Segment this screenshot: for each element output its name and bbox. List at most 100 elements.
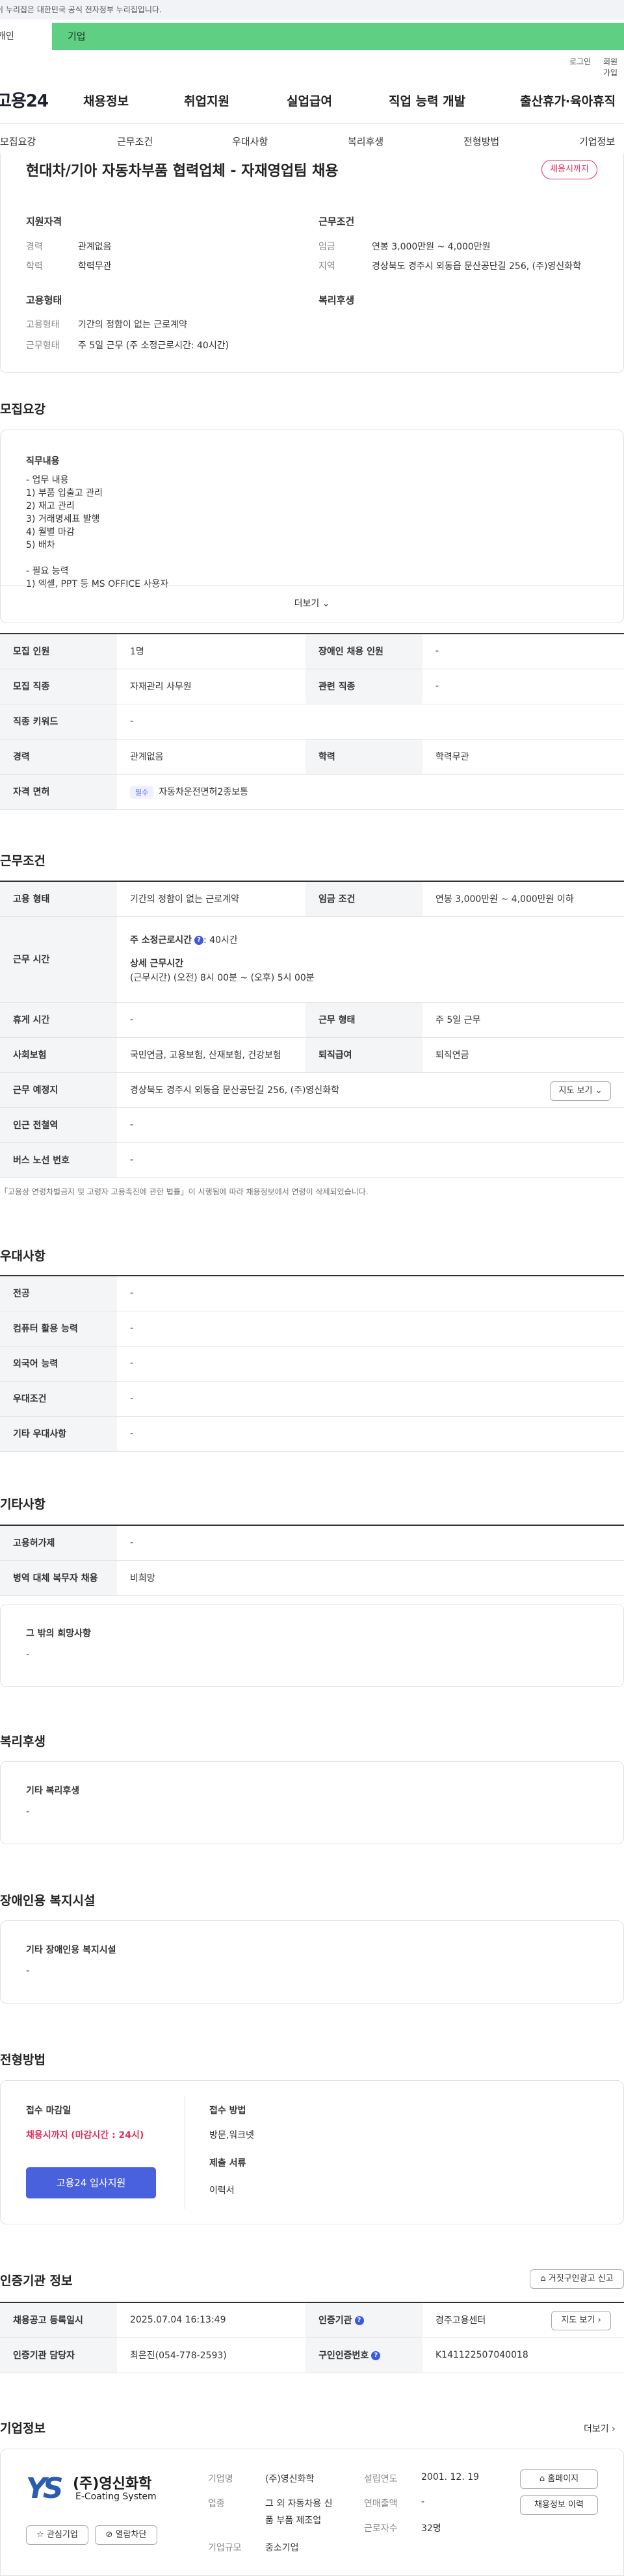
star-icon: ☆	[36, 2530, 44, 2540]
qualification-heading: 지원자격	[26, 216, 62, 227]
tab-recruit[interactable]: 모집요강	[0, 135, 36, 148]
login-link[interactable]: 로그인	[569, 56, 591, 67]
company-name-value: (주)영신화학	[265, 2474, 315, 2484]
work-permit-value: -	[117, 1525, 624, 1561]
conditions-heading: 근무조건	[318, 216, 355, 227]
info-icon[interactable]: ?	[194, 936, 204, 945]
recruit-section-title: 모집요강	[0, 402, 46, 417]
recruit-history-button[interactable]: 채용정보 이력	[520, 2495, 598, 2515]
chevron-right-icon: ›	[612, 2424, 616, 2434]
cert-org-label-text: 인증기관	[318, 2315, 352, 2326]
language-label: 외국어 능력	[0, 1346, 117, 1382]
tab-preference[interactable]: 우대사항	[232, 135, 268, 148]
apply-button[interactable]: 고용24 입사지원	[26, 2167, 156, 2198]
table-row: 기타 우대사항 -	[0, 1416, 624, 1452]
join-link[interactable]: 회원가입	[603, 56, 624, 78]
info-icon[interactable]: ?	[354, 2316, 364, 2326]
table-row: 사회보험 국민연금, 고용보험, 산재보험, 건강보험 퇴직급여 퇴직연금	[0, 1037, 624, 1073]
logo-name: (주)영신화학	[73, 2476, 152, 2492]
tab-company-info[interactable]: 기업정보	[579, 135, 615, 148]
founded-value: 2001. 12. 19	[421, 2472, 480, 2482]
gnb-job-training[interactable]: 직업 능력 개발	[389, 92, 465, 109]
table-row: 인근 전철역 -	[0, 1107, 624, 1143]
tab-company[interactable]: 기업	[52, 23, 624, 50]
conditions-section-title: 근무조건	[0, 854, 46, 868]
other-wish-card	[0, 1604, 624, 1687]
report-button[interactable]: ⌂ 거짓구인광고 신고	[530, 2269, 624, 2289]
block-label: 열람차단	[115, 2530, 147, 2540]
disabled-other-heading: 기타 장애인용 복지시설	[26, 1945, 116, 1955]
career-row-label: 경력	[0, 739, 117, 775]
logo-mark: YS	[26, 2472, 64, 2505]
tab-welfare[interactable]: 복리후생	[348, 135, 384, 148]
block-button[interactable]: ⊘ 열람차단	[95, 2525, 157, 2545]
logo-sub: E-Coating System	[75, 2492, 157, 2502]
wage-cond-value: 연봉 3,000만원 ~ 4,000만원 이하	[422, 881, 624, 917]
gnb-employment-support[interactable]: 취업지원	[184, 92, 229, 109]
headcount-label: 모집 인원	[0, 634, 117, 669]
industry-label: 업종	[208, 2499, 225, 2509]
other-wish-value: -	[26, 1649, 30, 1660]
info-icon[interactable]: ?	[371, 2351, 381, 2360]
table-row: 인증기관 담당자 최은진(054-778-2593) 구인인증번호? K1411…	[0, 2338, 624, 2373]
job-description-text: - 업무 내용 1) 부품 입출고 관리 2) 재고 관리 3) 거래명세표 발…	[26, 475, 169, 589]
site-logo[interactable]: 고용24	[0, 88, 49, 112]
welfare-card	[0, 1761, 624, 1844]
table-row: 채용공고 등록일시 2025.07.04 16:13:49 인증기관? 경주고용…	[0, 2302, 624, 2338]
career-value: 관계없음	[78, 242, 112, 252]
deadline-value: 채용시까지 (마감시간 : 24시)	[26, 2130, 144, 2141]
conditions-table: 고용 형태 기간의 정함이 없는 근로계약 임금 조건 연봉 3,000만원 ~…	[0, 881, 624, 1178]
disabled-other-value: -	[26, 1966, 30, 1976]
education-value: 학력무관	[78, 261, 112, 272]
homepage-button[interactable]: ⌂ 홈페이지	[520, 2469, 598, 2489]
more-button[interactable]: 더보기 ⌄	[0, 597, 624, 610]
tab-conditions[interactable]: 근무조건	[117, 135, 153, 148]
disabled-card	[0, 1920, 624, 2003]
employment-type-value: 기간의 정함이 없는 근로계약	[78, 320, 187, 330]
hours-label: 근무 시간	[0, 916, 117, 1003]
gnb-unemployment-benefit[interactable]: 실업급여	[287, 92, 332, 109]
company-logo: YS (주)영신화학 E-Coating System	[26, 2469, 166, 2510]
gnb-maternity-leave[interactable]: 출산휴가·육아휴직	[520, 92, 616, 109]
cert-table: 채용공고 등록일시 2025.07.04 16:13:49 인증기관? 경주고용…	[0, 2302, 624, 2373]
tab-selection[interactable]: 전형방법	[463, 135, 499, 148]
homepage-label: 홈페이지	[547, 2474, 579, 2484]
license-label: 자격 면허	[0, 774, 117, 810]
education-label: 학력	[26, 261, 43, 272]
tab-personal-label: 개인	[0, 31, 14, 42]
map-button[interactable]: 지도 보기 ⌄	[550, 1081, 611, 1101]
industry-value-1: 그 외 자동차용 신	[265, 2499, 333, 2509]
company-more-link[interactable]: 더보기 ›	[584, 2422, 616, 2435]
chevron-down-icon: ⌄	[322, 599, 330, 609]
recruit-table: 모집 인원 1명 장애인 채용 인원 - 모집 직종 자재관리 사무원 관련 직…	[0, 633, 624, 810]
related-occupation-label: 관련 직종	[306, 669, 422, 704]
military-value: 비희망	[117, 1560, 624, 1596]
selection-card	[0, 2080, 624, 2224]
table-row: 근무 예정지 경상북도 경주시 외동읍 문산공단길 256, (주)영신화학	[0, 1072, 624, 1108]
bus-value: -	[117, 1142, 624, 1178]
favorite-company-button[interactable]: ☆ 관심기업	[26, 2525, 88, 2545]
detail-hours-value: (근무시간) (오전) 8시 00분 ~ (오후) 5시 00분	[130, 973, 315, 983]
education-row-label: 학력	[306, 739, 422, 775]
map-button-label: 지도 보기	[558, 1086, 593, 1096]
work-permit-label: 고용허가제	[0, 1525, 117, 1561]
home-icon: ⌂	[539, 2474, 545, 2484]
tab-personal[interactable]: 개인	[0, 23, 52, 50]
welfare-other-value: -	[26, 1807, 30, 1817]
hours-cell: 주 소정근로시간?: 40시간 상세 근무시간 (근무시간) (오전) 8시 0…	[117, 916, 624, 1003]
insurance-label: 사회보험	[0, 1037, 117, 1073]
preference-table: 전공 - 컴퓨터 활용 능력 - 외국어 능력 - 우대조건 - 기타 우대사항 -	[0, 1275, 624, 1452]
gnb-jobs[interactable]: 채용정보	[83, 92, 129, 109]
preferred-cond-label: 우대조건	[0, 1381, 117, 1417]
weekly-hours-value: : 40시간	[203, 935, 238, 946]
favorite-label: 관심기업	[46, 2530, 78, 2540]
cert-map-button[interactable]: 지도 보기 ›	[551, 2311, 611, 2330]
shift-label: 근무 형태	[306, 1002, 422, 1038]
cert-no-label-text: 구인인증번호	[318, 2351, 369, 2361]
company-size-value: 중소기업	[265, 2543, 299, 2553]
docs-heading: 제출 서류	[209, 2158, 246, 2169]
workplace-label: 근무 예정지	[0, 1072, 117, 1108]
weekly-hours-line: 주 소정근로시간?: 40시간	[130, 933, 624, 947]
table-row: 외국어 능력 -	[0, 1346, 624, 1382]
workplace-value: 경상북도 경주시 외동읍 문산공단길 256, (주)영신화학	[117, 1072, 624, 1108]
